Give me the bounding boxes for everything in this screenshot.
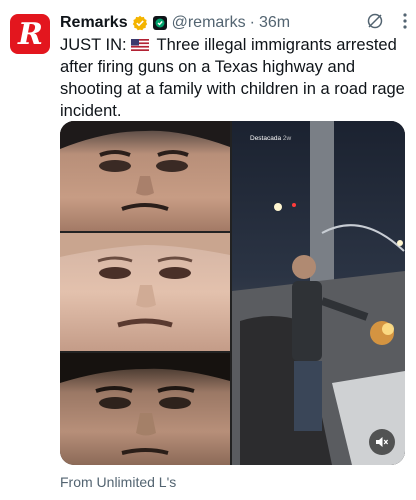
affiliate-badge-icon — [152, 15, 168, 31]
video-player[interactable]: Destacada 2w — [232, 121, 405, 465]
verified-badge-icon — [132, 15, 148, 31]
separator-dot: · — [249, 14, 255, 31]
video-overlay-label: Destacada 2w — [250, 135, 292, 142]
author-handle[interactable]: @remarks — [172, 14, 246, 32]
avatar[interactable]: R — [10, 14, 50, 54]
tweet-header: Remarks @remarks · 36m — [60, 12, 408, 34]
mugshot-photo[interactable] — [60, 233, 230, 351]
post-time[interactable]: 36m — [259, 14, 290, 32]
tweet-text: JUST IN: Three illegal immigrants arrest… — [60, 34, 410, 122]
header-actions — [366, 12, 408, 35]
media-grid[interactable]: Destacada 2w — [60, 121, 405, 465]
grok-icon[interactable] — [366, 12, 384, 35]
tweet-prefix: JUST IN: — [60, 36, 127, 54]
mugshot-photo[interactable] — [60, 121, 230, 231]
mugshot-photo[interactable] — [60, 353, 230, 465]
more-options-icon[interactable] — [402, 12, 408, 35]
mute-button[interactable] — [369, 429, 395, 455]
source-attribution[interactable]: From Unlimited L's — [60, 474, 176, 490]
us-flag-icon — [131, 35, 150, 51]
avatar-logo: R — [18, 16, 43, 52]
author-name[interactable]: Remarks — [60, 14, 128, 32]
speaker-muted-icon — [376, 437, 389, 447]
